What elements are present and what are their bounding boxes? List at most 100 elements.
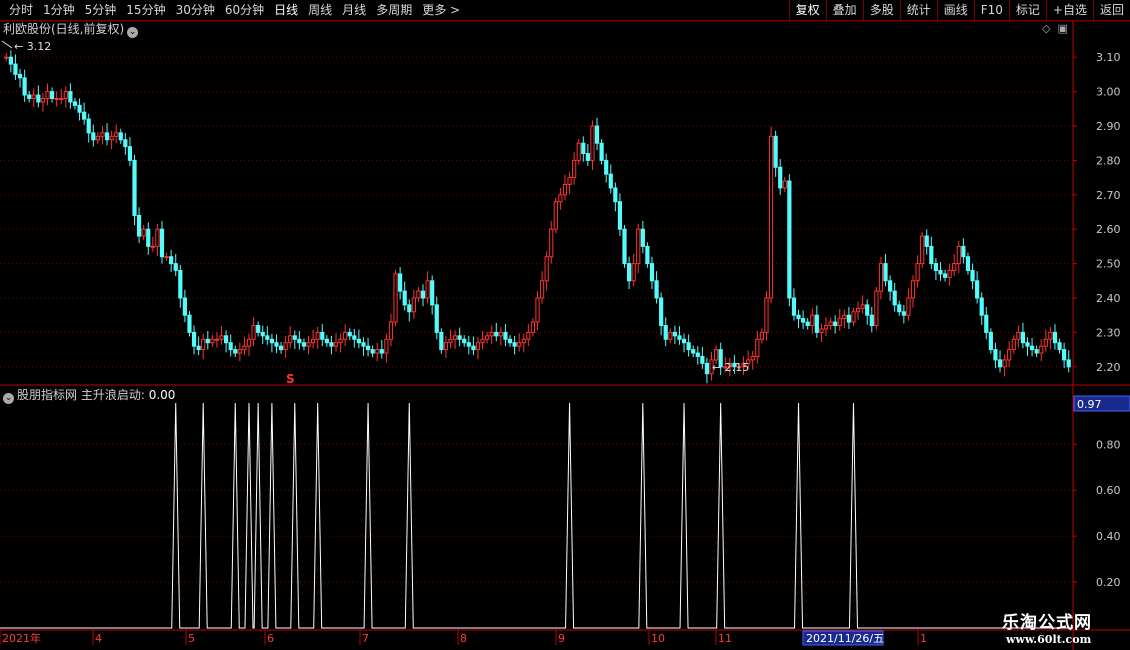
candle-body — [471, 345, 476, 351]
candle-body — [164, 256, 169, 259]
candle-body — [297, 338, 302, 344]
candle-body — [778, 166, 783, 189]
panel-controls[interactable]: ◇ ▣ — [1042, 22, 1068, 35]
candle-body — [503, 331, 508, 340]
candle-body — [530, 321, 536, 333]
date-label: 4 — [95, 632, 102, 645]
candle-body — [526, 331, 531, 340]
candle-body — [118, 132, 123, 141]
candle-body — [915, 263, 920, 282]
candle-body — [324, 338, 329, 344]
current-value-label: 0.97 — [1077, 398, 1102, 411]
diamond-icon[interactable]: ◇ — [1042, 22, 1050, 35]
price-tick-label: 2.90 — [1096, 120, 1121, 133]
candle-body — [100, 132, 105, 137]
candle-body — [1057, 342, 1062, 351]
indicator-value: 0.00 — [148, 388, 176, 402]
candle-body — [384, 338, 389, 354]
candle-body — [979, 297, 984, 316]
candle-body — [288, 335, 293, 344]
candle-body — [485, 335, 490, 340]
candle-body — [1007, 349, 1012, 361]
date-label: 1 — [920, 632, 927, 645]
candle-body — [402, 290, 407, 306]
price-tick-label: 2.70 — [1096, 189, 1121, 202]
candle-body — [681, 338, 687, 344]
watermark: 乐淘公式网 www.60lt.com — [1002, 608, 1092, 646]
indicator-title: ⌄ 股朋指标网 主升浪启动: 0.00 — [3, 387, 175, 404]
candle-body — [755, 338, 760, 357]
candle-body — [938, 269, 943, 275]
candle-body — [878, 263, 884, 292]
candle-body — [411, 297, 416, 313]
candle-body — [517, 342, 522, 347]
candle-body — [333, 342, 339, 347]
candle-body — [691, 349, 696, 354]
candle-body — [883, 263, 888, 282]
candle-body — [4, 56, 9, 59]
date-label: 6 — [267, 632, 274, 645]
candle-body — [82, 111, 87, 120]
candle-body — [599, 142, 604, 161]
chevron-down-icon[interactable]: ⌄ — [3, 393, 14, 404]
candle-body — [888, 280, 893, 292]
candle-body — [320, 331, 325, 340]
candle-body — [498, 331, 503, 337]
candle-body — [86, 118, 91, 134]
candle-body — [388, 321, 394, 340]
candle-body — [274, 342, 279, 347]
date-cursor-label: 2021/11/26/五 — [806, 632, 884, 645]
price-tick-label: 3.10 — [1096, 51, 1121, 64]
high-pointer — [1, 40, 13, 49]
candle-body — [1043, 338, 1048, 347]
candle-body — [114, 132, 119, 137]
chevron-down-icon[interactable]: ⌄ — [127, 27, 139, 38]
candle-body — [63, 91, 68, 99]
candle-body — [773, 135, 778, 168]
candle-body — [920, 235, 925, 265]
candle-body — [338, 338, 343, 344]
candle-body — [283, 342, 288, 351]
candle-body — [677, 335, 682, 340]
candle-body — [1002, 359, 1007, 368]
candle-body — [759, 331, 764, 340]
candle-body — [764, 297, 769, 333]
candle-body — [127, 146, 133, 161]
candle-body — [159, 228, 165, 258]
chart-title: 利欧股份(日线,前复权) ⌄ — [3, 21, 139, 38]
candle-body — [631, 263, 636, 282]
candle-body — [1052, 331, 1058, 344]
candle-body — [1039, 345, 1044, 354]
candle-body — [796, 314, 801, 320]
candle-body — [68, 91, 73, 103]
candle-body — [970, 269, 975, 282]
price-tick-label: 2.80 — [1096, 154, 1121, 167]
candle-body — [439, 331, 444, 351]
candle-body — [975, 280, 980, 299]
date-label: 11 — [718, 632, 732, 645]
candle-body — [475, 342, 481, 351]
candle-body — [480, 338, 485, 344]
candle-body — [352, 335, 357, 340]
candle-body — [851, 311, 856, 323]
watermark-name: 乐淘公式网 — [1002, 613, 1092, 633]
candle-body — [155, 228, 160, 247]
candle-body — [750, 355, 755, 361]
watermark-url: www.60lt.com — [1006, 633, 1092, 646]
candle-body — [246, 338, 252, 347]
candle-body — [828, 321, 833, 327]
candle-body — [521, 338, 526, 344]
candle-body — [865, 304, 870, 316]
kline-chart[interactable]: 3.10 3.00 2.90 2.80 2.70 2.60 2.50 2.40 2.30 2.20… — [0, 0, 1130, 650]
date-label: 5 — [188, 632, 195, 645]
candle-body — [1062, 349, 1067, 361]
price-tick-label: 2.30 — [1096, 326, 1121, 339]
candle-body — [801, 318, 806, 323]
date-label: 9 — [558, 632, 565, 645]
candle-body — [1016, 331, 1021, 340]
candle-body — [855, 307, 861, 313]
maximize-icon[interactable]: ▣ — [1057, 22, 1067, 35]
candle-body — [178, 269, 183, 299]
candle-body — [292, 335, 297, 340]
candle-body — [36, 94, 41, 103]
